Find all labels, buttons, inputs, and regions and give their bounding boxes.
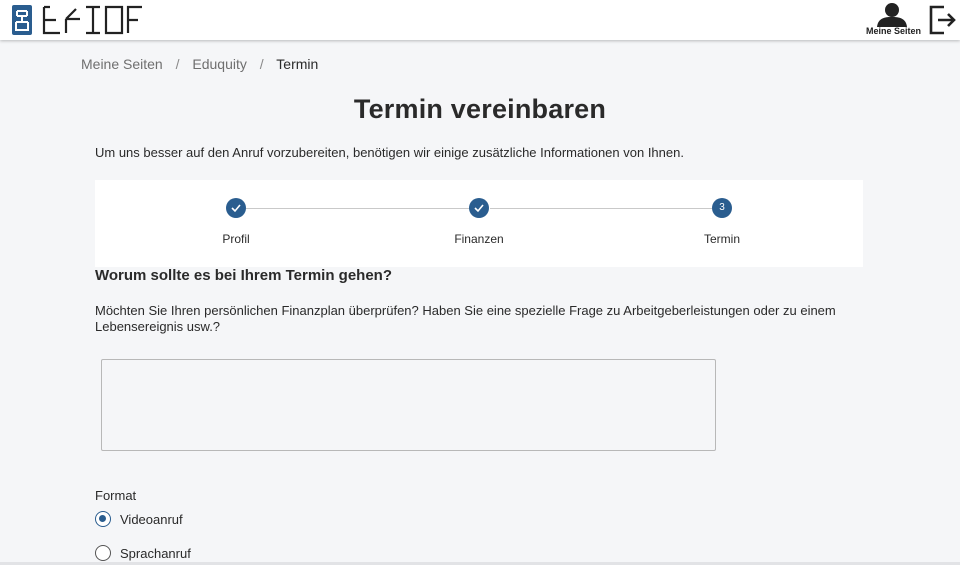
breadcrumb-item-current: Termin — [276, 56, 319, 72]
user-icon — [877, 3, 907, 27]
equity-logo-icon[interactable] — [10, 3, 150, 37]
checkmark-icon — [231, 204, 241, 213]
sprachanruf-radio[interactable] — [95, 545, 111, 561]
format-option-sprachanruf[interactable]: Sprachanruf — [95, 543, 191, 563]
step-profil-label: Profil — [222, 232, 250, 246]
step-finanzen-label: Finanzen — [454, 232, 504, 246]
user-menu-label: Meine Seiten — [866, 26, 922, 36]
step-profil-indicator[interactable] — [226, 198, 246, 218]
form-question: Worum sollte es bei Ihrem Termin gehen? — [95, 267, 393, 284]
intro-text: Um uns besser auf den Anruf vorzubereite… — [95, 145, 684, 160]
videoanruf-label: Videoanruf — [120, 511, 183, 527]
sprachanruf-label: Sprachanruf — [120, 545, 191, 561]
top-bar: Meine Seiten — [0, 0, 960, 40]
page-title: Termin vereinbaren — [353, 94, 607, 124]
videoanruf-radio[interactable] — [95, 511, 111, 527]
checkmark-icon — [474, 204, 484, 213]
step-connector — [246, 208, 470, 209]
format-label: Format — [95, 488, 137, 503]
breadcrumb-separator: / — [175, 56, 180, 72]
user-menu-button[interactable]: Meine Seiten — [866, 2, 922, 38]
form-description: Möchten Sie Ihren persönlichen Finanzpla… — [95, 303, 836, 334]
format-option-videoanruf[interactable]: Videoanruf — [95, 509, 183, 529]
step-finanzen-indicator[interactable] — [469, 198, 489, 218]
breadcrumb-item-eduquity[interactable]: Eduquity — [192, 56, 246, 72]
breadcrumb-separator: / — [259, 56, 264, 72]
step-termin-indicator: 3 — [712, 198, 732, 218]
progress-stepper: 3 Profil Finanzen Termin — [95, 180, 863, 267]
appointment-topic-textarea[interactable] — [101, 359, 716, 451]
step-connector — [490, 208, 712, 209]
breadcrumb-item-meine-seiten[interactable]: Meine Seiten — [81, 56, 163, 72]
logout-icon[interactable] — [928, 4, 956, 36]
breadcrumb: Meine Seiten / Eduquity / Termin — [81, 56, 318, 72]
step-termin-label: Termin — [703, 232, 740, 246]
